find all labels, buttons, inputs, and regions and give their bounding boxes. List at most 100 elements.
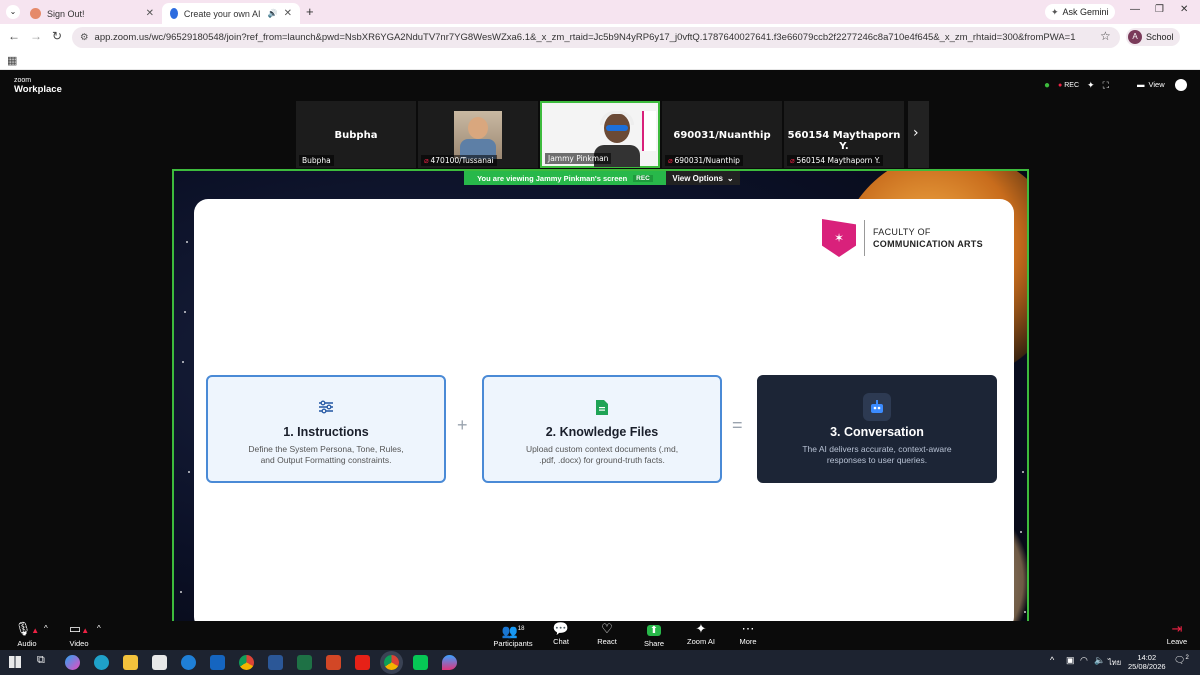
recording-indicator[interactable]: ● REC [1058,82,1079,89]
participant-name-tag: Jammy Pinkman [545,153,612,164]
zoom-app-icon[interactable] [1175,79,1187,91]
internet-explorer-icon[interactable] [181,655,196,670]
close-tab-icon[interactable]: ✕ [146,8,154,19]
wifi-icon[interactable]: ◠ [1080,655,1088,666]
tab-zoom-meeting[interactable]: Create your own AI Chatbo 🔊 ✕ [162,3,300,24]
show-hidden-icons-chevron-icon[interactable]: ^ [1050,655,1054,665]
youtube-icon[interactable] [355,655,370,670]
site-info-icon[interactable]: ⚙ [80,32,89,43]
chrome-icon[interactable] [239,655,254,670]
outlook-icon[interactable] [210,655,225,670]
viewing-text: You are viewing Jammy Pinkman's screen [477,173,628,183]
edge-icon[interactable] [94,655,109,670]
participants-count: 18 [517,626,525,632]
notification-icon: 🗨 [1174,655,1186,665]
audio-options-chevron-icon[interactable]: ^ [44,624,48,633]
share-button[interactable]: ⬆ Share [641,621,667,648]
participants-label: Participants [493,639,533,649]
fullscreen-icon[interactable]: ⛶ [1103,80,1109,91]
powerpoint-icon[interactable] [326,655,341,670]
windows-start-icon[interactable] [9,656,21,668]
participants-icon: 👥18 [501,623,525,639]
new-tab-icon[interactable]: + [306,4,314,19]
audio-label: Audio [17,639,37,648]
tab-search-icon[interactable]: ⌄ [6,5,20,19]
volume-icon[interactable]: 🔈 [1094,655,1105,666]
minimize-icon[interactable]: — [1130,4,1140,15]
ask-gemini-button[interactable]: ✦ Ask Gemini [1045,4,1115,20]
reload-icon[interactable]: ↻ [52,29,62,43]
url-text: app.zoom.us/wc/96529180548/join?ref_from… [94,32,1076,43]
apps-grid-icon[interactable]: ▦ [7,54,17,67]
zoom-logo: zoom Workplace [14,76,62,94]
participant-name-tag: Bubpha [299,155,334,166]
react-button[interactable]: ♡ React [594,621,620,646]
view-button[interactable]: ▬ View [1137,80,1165,89]
file-explorer-icon[interactable] [123,655,138,670]
zoom-ai-label: Zoom AI [687,637,715,646]
copilot-icon[interactable] [65,655,80,670]
close-tab-icon[interactable]: ✕ [284,8,292,19]
forward-icon[interactable]: → [30,29,42,43]
participant-name-tag: ⌀ 560154 Maythaporn Y. [787,155,884,166]
document-icon [588,393,616,421]
chat-button[interactable]: 💬 Chat [548,621,574,646]
participants-button[interactable]: 👥18 Participants [492,621,534,648]
gemini-sparkle-icon: ✦ [1051,6,1059,17]
leave-button[interactable]: ⇥ Leave [1164,621,1190,646]
view-options-button[interactable]: View Options ⌄ [666,171,740,185]
audio-button[interactable]: 🎙▲ Audio [14,621,40,648]
address-bar[interactable]: ⚙ app.zoom.us/wc/96529180548/join?ref_fr… [72,27,1120,48]
store-icon[interactable] [152,655,167,670]
participant-name: Bubpha [302,156,331,165]
line-icon[interactable] [413,655,428,670]
participant-tile-active-speaker[interactable]: Jammy Pinkman [540,101,660,168]
video-button[interactable]: ▭▲ Video [64,621,94,648]
back-icon[interactable]: ← [8,29,20,43]
language-indicator[interactable]: ไทย [1108,657,1121,669]
robot-icon [863,393,891,421]
participant-tile[interactable]: Bubpha Bubpha [296,101,416,168]
ai-companion-icon[interactable]: ✦ [1087,80,1095,91]
zoom-ai-button[interactable]: ✦ Zoom AI [686,621,716,646]
participant-tile[interactable]: ⌀ 470100/Tussanai [418,101,538,168]
presentation-slide: ✶ FACULTY OF COMMUNICATION ARTS 1. Instr… [194,199,1014,631]
droplet-app-icon[interactable] [442,655,457,670]
more-dots-icon: ⋯ [741,621,755,636]
windows-taskbar: ⧉ ^ ▣ ◠ 🔈 ไทย 14:02 25/08/2026 🗨2 [0,650,1200,675]
participant-tile[interactable]: 560154 Maythaporn Y. ⌀ 560154 Maythaporn … [784,101,904,168]
background-poster [642,111,656,151]
muted-mic-icon: ⌀ [424,156,429,165]
participant-name: 560154 Maythaporn Y. [796,156,881,165]
heart-icon: ♡ [601,621,613,636]
task-view-icon[interactable]: ⧉ [37,654,45,667]
plus-sign: + [457,415,468,435]
instructions-card: 1. Instructions Define the System Person… [206,375,446,483]
clock[interactable]: 14:02 25/08/2026 [1128,653,1166,671]
shield-icon[interactable]: ● [1044,80,1050,91]
card-title: 1. Instructions [283,425,369,439]
ask-gemini-label: Ask Gemini [1062,7,1109,17]
profile-label: School [1146,32,1174,42]
close-window-icon[interactable]: ✕ [1180,4,1188,15]
word-icon[interactable] [268,655,283,670]
faculty-logo: ✶ FACULTY OF COMMUNICATION ARTS [822,219,983,257]
next-participants-button[interactable]: › [908,101,929,168]
maximize-icon[interactable]: ❐ [1155,4,1164,15]
faculty-shield-icon: ✶ [822,219,856,257]
network-icon[interactable]: ▣ [1066,655,1075,666]
card-description: Upload custom context documents (.md, .p… [525,444,679,465]
participant-tile[interactable]: 690031/Nuanthip ⌀ 690031/Nuanthip [662,101,782,168]
bookmark-star-icon[interactable]: ☆ [1100,29,1111,43]
sign-out-favicon-icon [30,8,41,19]
card-title: 2. Knowledge Files [545,425,659,439]
video-options-chevron-icon[interactable]: ^ [97,624,101,633]
notifications-button[interactable]: 🗨2 [1174,655,1189,666]
profile-button[interactable]: A School [1126,28,1180,46]
chrome-active-icon[interactable] [384,655,399,670]
more-button[interactable]: ⋯ More [736,621,760,646]
participant-name: 470100/Tussanai [430,156,494,165]
excel-icon[interactable] [297,655,312,670]
notification-count: 2 [1185,655,1189,661]
tab-sign-out[interactable]: Sign Out! ✕ [22,3,162,24]
